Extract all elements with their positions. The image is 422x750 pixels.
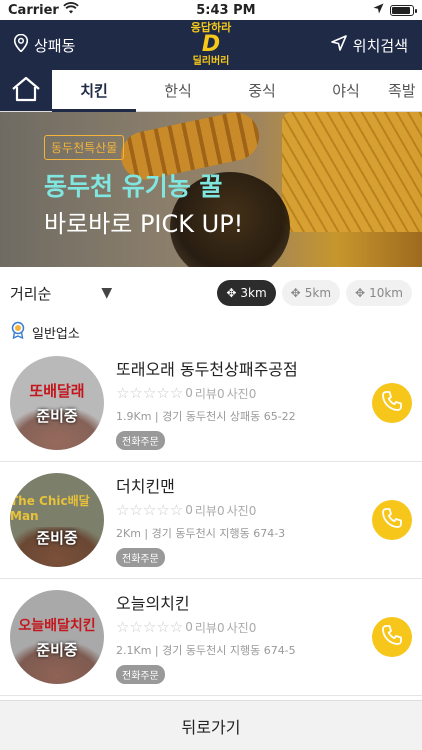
status-bar: Carrier 5:43 PM	[0, 0, 422, 20]
call-button[interactable]	[372, 617, 412, 657]
store-list-item[interactable]: 오늘배달치킨 준비중 오늘의치킨 ☆☆☆☆☆ 0 리뷰0 사진0 2.1Km |…	[0, 579, 422, 696]
preparing-label: 준비중	[36, 407, 78, 425]
store-address: 2Km | 경기 동두천시 지행동 674-3	[116, 527, 286, 540]
location-label: 상패동	[34, 36, 76, 55]
location-search-label: 위치검색	[352, 36, 408, 55]
store-name: 오늘의치킨	[116, 594, 190, 613]
category-label: 일반업소	[32, 326, 80, 342]
thumb-store-name: 오늘배달치킨	[18, 617, 96, 634]
photo-count: 사진0	[226, 620, 257, 635]
app-logo: 응답하라 D 딜리버리	[191, 21, 231, 68]
honeycomb-image	[282, 112, 422, 232]
review-count: 리뷰0	[194, 386, 225, 401]
preparing-label: 준비중	[36, 640, 78, 659]
store-name: 더치킨맨	[116, 477, 175, 496]
distance-filter: ✥ 3km ✥ 5km ✥ 10km	[217, 280, 412, 306]
current-location-button[interactable]: 상패동	[13, 33, 76, 56]
call-button[interactable]	[372, 383, 412, 423]
location-arrow-icon	[373, 3, 384, 18]
store-list-item[interactable]: The Chic배달Man 준비중 더치킨맨 ☆☆☆☆☆ 0 리뷰0 사진0 2…	[0, 462, 422, 579]
wifi-icon	[63, 2, 79, 18]
store-info: 또래오래 동두천상패주공점 ☆☆☆☆☆ 0 리뷰0 사진0 1.9Km | 경기…	[116, 356, 372, 450]
sort-dropdown[interactable]: 거리순 ▼	[10, 283, 217, 304]
battery-icon	[390, 4, 417, 16]
clock: 5:43 PM	[196, 2, 256, 18]
sort-label: 거리순	[10, 284, 52, 303]
store-info: 더치킨맨 ☆☆☆☆☆ 0 리뷰0 사진0 2Km | 경기 동두천시 지행동 6…	[116, 473, 372, 567]
distance-chip-5km[interactable]: ✥ 5km	[281, 280, 341, 306]
tab-chicken[interactable]: 치킨	[52, 70, 136, 112]
carrier-label: Carrier	[8, 2, 59, 18]
location-pin-icon	[13, 33, 29, 56]
store-list-item[interactable]: 또배달래 준비중 또래오래 동두천상패주공점 ☆☆☆☆☆ 0 리뷰0 사진0 1…	[0, 345, 422, 462]
call-button[interactable]	[372, 500, 412, 540]
banner-title: 동두천 유기농 꿀	[44, 172, 223, 201]
distance-chip-3km[interactable]: ✥ 3km	[217, 280, 276, 306]
rating-value: 0	[185, 503, 193, 517]
tab-late-night[interactable]: 야식	[304, 70, 388, 111]
star-icon: ☆☆☆☆☆	[116, 501, 184, 519]
store-category-header: 일반업소	[0, 319, 422, 345]
sort-filter-row: 거리순 ▼ ✥ 3km ✥ 5km ✥ 10km	[0, 267, 422, 319]
tab-korean[interactable]: 한식	[136, 70, 220, 111]
location-search-button[interactable]: 위치검색	[330, 35, 408, 56]
photo-count: 사진0	[226, 503, 257, 518]
store-name: 또래오래 동두천상패주공점	[116, 360, 298, 379]
store-rating: ☆☆☆☆☆ 0 리뷰0 사진0	[116, 501, 372, 519]
order-type-badge: 전화주문	[116, 665, 165, 684]
home-icon	[11, 76, 41, 106]
preparing-label: 준비중	[36, 529, 78, 547]
distance-chip-10km[interactable]: ✥ 10km	[346, 280, 412, 306]
dropdown-caret-icon: ▼	[101, 285, 113, 301]
store-rating: ☆☆☆☆☆ 0 리뷰0 사진0	[116, 618, 372, 636]
category-tabs: 치킨 한식 중식 야식 족발	[0, 70, 422, 112]
store-thumbnail: The Chic배달Man 준비중	[10, 473, 104, 567]
tab-chinese[interactable]: 중식	[220, 70, 304, 111]
back-button[interactable]: 뒤로가기	[0, 700, 422, 750]
store-address: 2.1Km | 경기 동두천시 지행동 674-5	[116, 644, 296, 657]
review-count: 리뷰0	[194, 620, 225, 635]
store-address: 1.9Km | 경기 동두천시 상패동 65-22	[116, 410, 296, 423]
banner-subtitle: 바로바로 PICK UP!	[44, 210, 244, 238]
thumb-store-name: The Chic배달Man	[10, 494, 90, 523]
review-count: 리뷰0	[194, 503, 225, 518]
badge-icon	[10, 321, 26, 343]
home-button[interactable]	[0, 70, 52, 111]
order-type-badge: 전화주문	[116, 431, 165, 450]
move-arrows-icon: ✥	[355, 286, 366, 300]
rating-value: 0	[185, 620, 193, 634]
order-type-badge: 전화주문	[116, 548, 165, 567]
star-icon: ☆☆☆☆☆	[116, 618, 184, 636]
store-info: 오늘의치킨 ☆☆☆☆☆ 0 리뷰0 사진0 2.1Km | 경기 동두천시 지행…	[116, 590, 372, 684]
logo-bottom-text: 딜리버리	[192, 56, 230, 68]
move-arrows-icon: ✥	[226, 286, 237, 300]
promo-banner[interactable]: 동두천특산물 동두천 유기농 꿀 바로바로 PICK UP!	[0, 112, 422, 267]
star-icon: ☆☆☆☆☆	[116, 384, 184, 402]
phone-icon	[381, 507, 403, 533]
tab-jokbal[interactable]: 족발	[388, 70, 418, 111]
photo-count: 사진0	[226, 386, 257, 401]
back-label: 뒤로가기	[181, 717, 241, 737]
phone-icon	[381, 624, 403, 650]
banner-tag: 동두천특산물	[44, 135, 125, 160]
store-rating: ☆☆☆☆☆ 0 리뷰0 사진0	[116, 384, 372, 402]
move-arrows-icon: ✥	[290, 286, 301, 300]
phone-icon	[381, 390, 403, 416]
thumb-store-name: 또배달래	[29, 382, 85, 400]
store-thumbnail: 또배달래 준비중	[10, 356, 104, 450]
store-thumbnail: 오늘배달치킨 준비중	[10, 590, 104, 684]
app-header: 상패동 응답하라 D 딜리버리 위치검색	[0, 20, 422, 70]
navigation-arrow-icon	[330, 35, 347, 55]
logo-mark: D	[201, 32, 221, 58]
rating-value: 0	[185, 386, 193, 400]
